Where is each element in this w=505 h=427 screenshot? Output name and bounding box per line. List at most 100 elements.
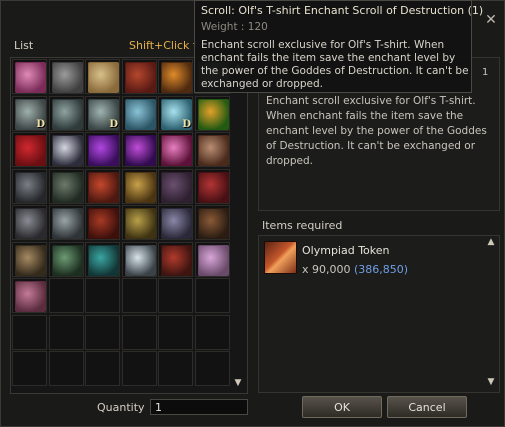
item-description: Enchant scroll exclusive for Olf's T-shi… bbox=[266, 95, 487, 167]
purple-swirl-icon bbox=[124, 135, 156, 166]
grid-slot[interactable]: D bbox=[85, 95, 120, 131]
required-scroll-up-icon[interactable]: ▲ bbox=[485, 237, 497, 249]
wolf-head-icon bbox=[161, 208, 192, 239]
list-label: List bbox=[14, 39, 34, 52]
gold-armor-icon bbox=[124, 171, 156, 203]
grade-badge: D bbox=[109, 118, 118, 130]
tan-robe-icon bbox=[15, 244, 46, 276]
tooltip-title: Scroll: Olf's T-shirt Enchant Scroll of … bbox=[201, 4, 484, 17]
hooded-figure-icon bbox=[51, 171, 83, 203]
grid-slot[interactable] bbox=[158, 132, 193, 167]
close-icon[interactable]: ✕ bbox=[482, 11, 500, 29]
grid-slot[interactable] bbox=[48, 132, 84, 167]
armored-warrior-icon bbox=[197, 135, 229, 166]
white-dress-icon bbox=[124, 244, 156, 276]
red-orb-icon bbox=[15, 135, 46, 166]
grid-scroll-down-icon[interactable]: ▼ bbox=[232, 377, 244, 389]
grid-slot[interactable] bbox=[12, 241, 47, 277]
grid-slot[interactable] bbox=[121, 59, 157, 94]
description-overflow-text: 1 bbox=[482, 67, 489, 78]
grid-slot[interactable] bbox=[121, 168, 157, 204]
red-book-icon bbox=[124, 62, 156, 93]
grid-slot[interactable] bbox=[48, 241, 84, 277]
white-ghost-icon bbox=[51, 135, 83, 166]
orange-potion-icon bbox=[161, 62, 192, 93]
grid-slot[interactable] bbox=[85, 132, 120, 167]
grid-slot[interactable] bbox=[85, 168, 120, 204]
stone-mask-icon bbox=[51, 208, 83, 239]
grid-slot bbox=[158, 351, 193, 386]
grid-slot[interactable] bbox=[48, 205, 84, 240]
required-item-quantity: x 90,000 (386,850) bbox=[302, 263, 408, 276]
grid-slot[interactable] bbox=[12, 278, 47, 313]
gray-star-badge-icon bbox=[51, 62, 83, 93]
grid-slot[interactable] bbox=[85, 59, 120, 94]
grid-slot[interactable] bbox=[85, 241, 120, 277]
quantity-label: Quantity bbox=[97, 401, 145, 414]
required-item-name: Olympiad Token bbox=[302, 244, 390, 257]
blue-scroll-icon bbox=[124, 98, 156, 130]
enchant-scroll-d2-icon bbox=[51, 98, 83, 130]
grid-slot[interactable] bbox=[48, 59, 84, 94]
grid-slot bbox=[194, 351, 230, 386]
green-robe-icon bbox=[51, 244, 83, 276]
bear-costume-icon bbox=[161, 171, 192, 203]
grid-slot[interactable] bbox=[48, 168, 84, 204]
required-scroll-down-icon[interactable]: ▼ bbox=[485, 377, 497, 389]
ok-button[interactable]: OK bbox=[302, 396, 382, 418]
grid-slot[interactable] bbox=[158, 168, 193, 204]
grid-slot bbox=[12, 314, 47, 350]
olympiad-token-icon bbox=[264, 241, 297, 274]
grade-badge: D bbox=[36, 118, 45, 130]
brown-robe-icon bbox=[197, 208, 229, 239]
grid-slot[interactable] bbox=[12, 205, 47, 240]
grid-slot[interactable] bbox=[12, 168, 47, 204]
grid-slot[interactable] bbox=[121, 241, 157, 277]
teal-dress-icon bbox=[88, 244, 119, 276]
grid-slot[interactable] bbox=[121, 95, 157, 131]
grid-slot[interactable] bbox=[12, 59, 47, 94]
grid-slot[interactable] bbox=[121, 205, 157, 240]
quantity-input[interactable]: 1 bbox=[150, 399, 248, 415]
grid-slot[interactable] bbox=[121, 132, 157, 167]
grid-slot bbox=[85, 351, 120, 386]
grid-slot bbox=[194, 278, 230, 313]
steel-armor-icon bbox=[15, 208, 46, 239]
tooltip-weight: Weight : 120 bbox=[201, 21, 268, 33]
grid-slot bbox=[12, 351, 47, 386]
grid-slot[interactable] bbox=[158, 241, 193, 277]
grid-slot[interactable]: D bbox=[12, 95, 47, 131]
grid-slot bbox=[158, 314, 193, 350]
owned-amount: (386,850) bbox=[354, 263, 409, 276]
grid-slot[interactable] bbox=[194, 132, 230, 167]
grid-slot bbox=[48, 278, 84, 313]
items-required-label: Items required bbox=[262, 219, 343, 232]
cancel-button[interactable]: Cancel bbox=[387, 396, 467, 418]
grid-slot[interactable] bbox=[194, 205, 230, 240]
pink-gift-box-icon bbox=[15, 62, 46, 93]
item-grid: DDD bbox=[12, 59, 234, 389]
crimson-armor-icon bbox=[88, 208, 119, 239]
grade-badge: D bbox=[182, 118, 191, 130]
purple-wind-icon bbox=[88, 135, 119, 166]
paper-scroll-icon bbox=[88, 62, 119, 93]
grid-slot bbox=[121, 278, 157, 313]
pink-scroll-icon bbox=[197, 244, 229, 276]
gold-helmet-icon bbox=[124, 208, 156, 239]
grid-slot bbox=[158, 278, 193, 313]
grid-slot bbox=[121, 351, 157, 386]
required-amount: x 90,000 bbox=[302, 263, 351, 276]
grid-slot[interactable] bbox=[194, 241, 230, 277]
grid-slot[interactable] bbox=[194, 95, 230, 131]
grid-slot[interactable] bbox=[158, 205, 193, 240]
grid-slot[interactable] bbox=[85, 205, 120, 240]
grid-slot[interactable] bbox=[12, 132, 47, 167]
red-armor-icon bbox=[88, 171, 119, 203]
grid-slot bbox=[48, 314, 84, 350]
shift-click-hint: Shift+Click f bbox=[129, 39, 197, 52]
pink-heart-icon bbox=[161, 135, 192, 166]
grid-slot[interactable] bbox=[158, 59, 193, 94]
grid-slot[interactable]: D bbox=[158, 95, 193, 131]
grid-slot[interactable] bbox=[48, 95, 84, 131]
grid-slot[interactable] bbox=[194, 168, 230, 204]
